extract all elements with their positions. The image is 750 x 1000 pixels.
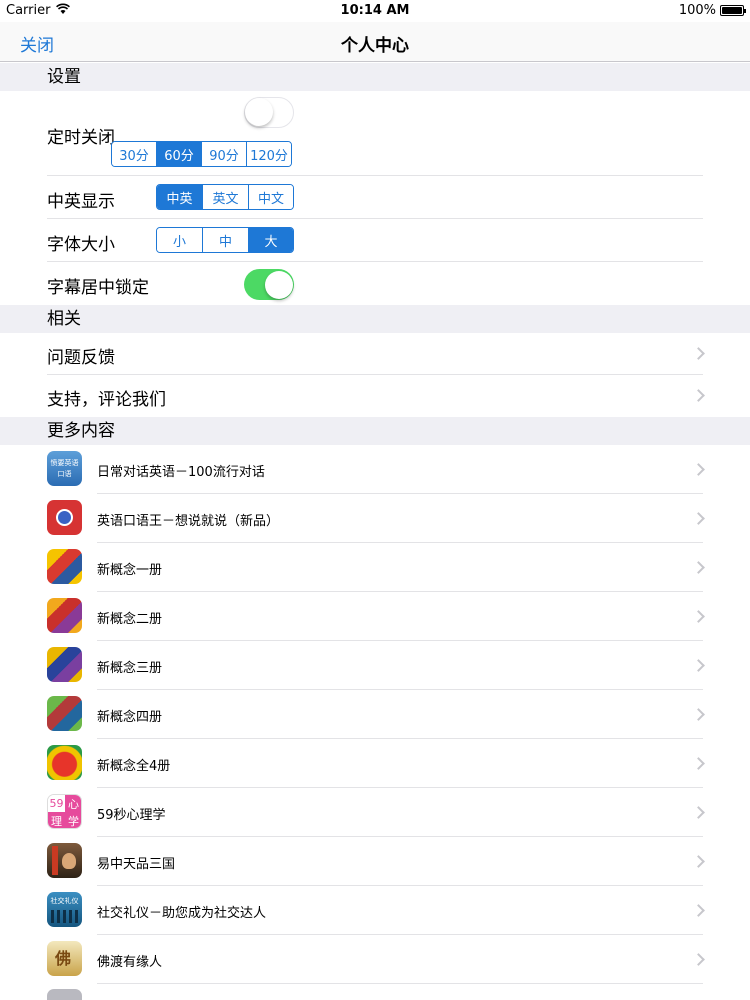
spoken-english-app-icon: [47, 500, 82, 535]
app-row-new-concept-1[interactable]: 新概念一册: [0, 543, 750, 592]
new-concept-all-app-icon: [47, 745, 82, 780]
language-option-bilingual[interactable]: 中英: [157, 185, 202, 209]
timer-label: 定时关闭: [47, 128, 115, 148]
chevron-right-icon: [692, 512, 705, 525]
rate-us-row[interactable]: 支持，评论我们: [0, 375, 750, 417]
etiquette-app-icon: 社交礼仪: [47, 892, 82, 927]
chevron-right-icon: [692, 904, 705, 917]
icon-text: 理: [48, 812, 65, 828]
app-row-buddha[interactable]: 佛 佛渡有缘人: [0, 935, 750, 984]
section-header-settings: 设置: [0, 63, 750, 91]
icon-text: 佛: [55, 949, 72, 968]
font-option-medium[interactable]: 中: [202, 228, 248, 252]
chevron-right-icon: [692, 610, 705, 623]
icon-text: 社交礼仪: [50, 897, 79, 905]
chevron-right-icon: [692, 806, 705, 819]
app-row-daily-english[interactable]: 愤要英语 口语 日常对话英语－100流行对话: [0, 445, 750, 494]
toggle-knob: [264, 270, 293, 299]
timer-row: 定时关闭 30分 60分 90分 120分: [0, 91, 750, 176]
app-label: 新概念三册: [97, 661, 163, 676]
language-row: 中英显示 中英 英文 中文: [0, 176, 750, 219]
feedback-row[interactable]: 问题反馈: [0, 333, 750, 375]
new-concept-1-app-icon: [47, 549, 82, 584]
subtitle-lock-row: 字幕居中锁定: [0, 262, 750, 305]
app-row-new-concept-all[interactable]: 新概念全4册: [0, 739, 750, 788]
app-row-new-concept-2[interactable]: 新概念二册: [0, 592, 750, 641]
buddha-app-icon: 佛: [47, 941, 82, 976]
app-label: 日常对话英语－100流行对话: [97, 465, 265, 480]
status-time: 10:14 AM: [340, 3, 410, 18]
feedback-label: 问题反馈: [47, 348, 115, 368]
icon-emblem: [56, 509, 73, 526]
app-label: 新概念四册: [97, 710, 163, 725]
chevron-right-icon: [692, 463, 705, 476]
timer-option-30[interactable]: 30分: [112, 142, 156, 166]
subtitle-lock-toggle[interactable]: [244, 269, 294, 300]
new-concept-4-app-icon: [47, 696, 82, 731]
timer-segmented-control: 30分 60分 90分 120分: [111, 141, 292, 167]
section-header-related: 相关: [0, 305, 750, 333]
app-row-new-concept-4[interactable]: 新概念四册: [0, 690, 750, 739]
status-bar: Carrier 10:14 AM 100%: [0, 0, 750, 22]
app-row-psychology[interactable]: 59 心 理 学 59秒心理学: [0, 788, 750, 837]
chevron-right-icon: [692, 389, 705, 402]
app-label: 易中天品三国: [97, 857, 176, 872]
timer-option-60[interactable]: 60分: [156, 142, 201, 166]
battery-percentage: 100%: [678, 3, 716, 18]
font-option-small[interactable]: 小: [157, 228, 202, 252]
timer-option-90[interactable]: 90分: [201, 142, 246, 166]
icon-figures: [51, 910, 78, 923]
font-option-large[interactable]: 大: [248, 228, 293, 252]
language-option-english[interactable]: 英文: [202, 185, 248, 209]
app-label: 新概念二册: [97, 612, 163, 627]
page-title: 个人中心: [341, 36, 409, 56]
icon-text: 学: [65, 812, 81, 828]
section-header-more: 更多内容: [0, 417, 750, 445]
rate-us-label: 支持，评论我们: [47, 390, 166, 410]
chevron-right-icon: [692, 953, 705, 966]
timer-option-120[interactable]: 120分: [246, 142, 291, 166]
language-option-chinese[interactable]: 中文: [248, 185, 293, 209]
app-label: 59秒心理学: [97, 808, 166, 823]
app-label: 佛渡有缘人: [97, 955, 163, 970]
icon-face: [62, 853, 76, 869]
app-row-etiquette[interactable]: 社交礼仪 社交礼仪－助您成为社交达人: [0, 886, 750, 935]
app-label: 英语口语王－想说就说（新品）: [97, 514, 280, 529]
icon-text: 愤要英语: [50, 459, 79, 467]
psychology-app-icon: 59 心 理 学: [47, 794, 82, 829]
language-label: 中英显示: [47, 192, 115, 212]
app-row-three-kingdoms[interactable]: 易中天品三国: [0, 837, 750, 886]
navigation-bar: 关闭 个人中心: [0, 22, 750, 62]
font-size-row: 字体大小 小 中 大: [0, 219, 750, 262]
chevron-right-icon: [692, 855, 705, 868]
battery-icon: [720, 5, 746, 16]
app-label: 新概念全4册: [97, 759, 171, 774]
chevron-right-icon: [692, 757, 705, 770]
app-label: 新概念一册: [97, 563, 163, 578]
chevron-right-icon: [692, 347, 705, 360]
font-size-segmented-control: 小 中 大: [156, 227, 294, 253]
app-label: 社交礼仪－助您成为社交达人: [97, 906, 267, 921]
icon-banner: [52, 846, 58, 875]
font-size-label: 字体大小: [47, 235, 115, 255]
language-segmented-control: 中英 英文 中文: [156, 184, 294, 210]
new-concept-2-app-icon: [47, 598, 82, 633]
icon-text: 心: [65, 795, 81, 812]
three-kingdoms-app-icon: [47, 843, 82, 878]
chevron-right-icon: [692, 708, 705, 721]
daily-english-app-icon: 愤要英语 口语: [47, 451, 82, 486]
chevron-right-icon: [692, 561, 705, 574]
partial-app-icon: [47, 989, 82, 1000]
timer-toggle[interactable]: [244, 97, 294, 128]
subtitle-lock-label: 字幕居中锁定: [47, 278, 149, 298]
app-row-new-concept-3[interactable]: 新概念三册: [0, 641, 750, 690]
app-row-spoken-english[interactable]: 英语口语王－想说就说（新品）: [0, 494, 750, 543]
icon-text: 口语: [57, 470, 72, 478]
new-concept-3-app-icon: [47, 647, 82, 682]
icon-text: 59: [48, 795, 65, 812]
toggle-knob: [245, 98, 273, 126]
chevron-right-icon: [692, 659, 705, 672]
app-row-partial: [0, 984, 750, 1000]
